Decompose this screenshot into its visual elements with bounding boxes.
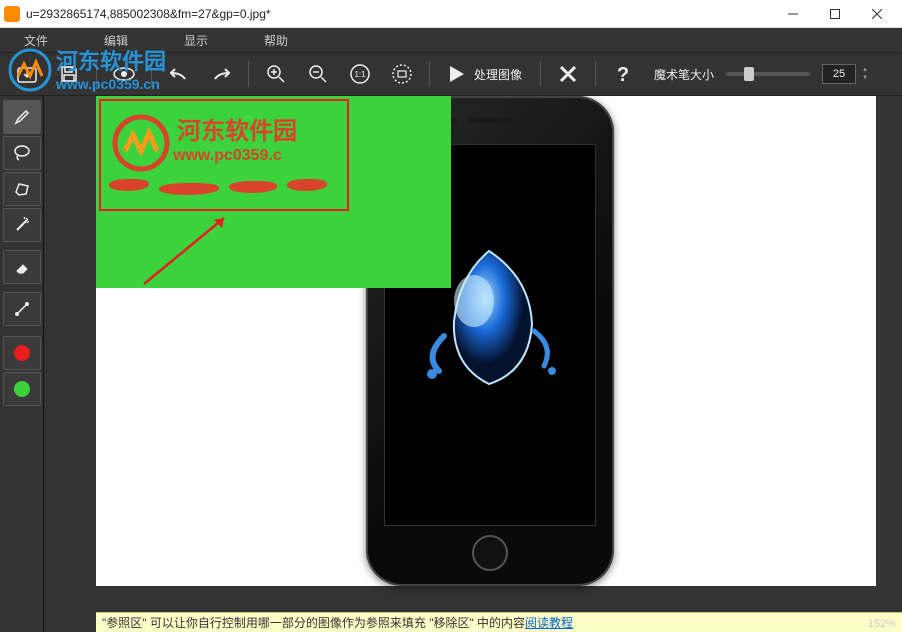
canvas-area: 河东软件园 www.pc0359.c "参照区" 可以让你自行控制用哪一部分的图…	[44, 96, 902, 632]
canvas-watermark-url: www.pc0359.c	[173, 147, 282, 165]
process-button[interactable]: 处理图像	[438, 56, 532, 92]
preview-button[interactable]	[105, 56, 143, 92]
svg-text:?: ?	[617, 64, 629, 84]
process-label: 处理图像	[474, 66, 522, 83]
svg-text:1:1: 1:1	[354, 70, 366, 79]
window-title: u=2932865174,885002308&fm=27&gp=0.jpg*	[26, 7, 772, 21]
step-down-icon[interactable]: ▼	[862, 74, 868, 82]
menu-edit[interactable]: 编辑	[96, 30, 136, 51]
remove-color-button[interactable]	[3, 336, 41, 370]
tool-sidebar	[0, 96, 44, 632]
help-button[interactable]: ?	[604, 56, 642, 92]
annotation-arrow-icon	[132, 206, 242, 296]
zoom-level: 152%	[868, 618, 896, 630]
zoom-fit-button[interactable]	[383, 56, 421, 92]
polygon-tool[interactable]	[3, 172, 41, 206]
pen-size-slider[interactable]	[726, 72, 810, 76]
minimize-button[interactable]	[772, 1, 814, 27]
open-button[interactable]	[8, 56, 46, 92]
menu-file[interactable]: 文件	[16, 30, 56, 51]
eraser-tool[interactable]	[3, 250, 41, 284]
close-button[interactable]	[856, 1, 898, 27]
red-dot-icon	[14, 345, 30, 361]
zoom-actual-button[interactable]: 1:1	[341, 56, 379, 92]
status-link[interactable]: 阅读教程	[525, 614, 573, 631]
pen-size-value[interactable]: 25	[822, 64, 856, 84]
brush-tool[interactable]	[3, 100, 41, 134]
green-dot-icon	[14, 381, 30, 397]
status-text: "参照区" 可以让你自行控制用哪一部分的图像作为参照来填充 "移除区" 中的内容	[102, 614, 525, 631]
menu-help[interactable]: 帮助	[256, 30, 296, 51]
line-tool[interactable]	[3, 292, 41, 326]
undo-button[interactable]	[160, 56, 198, 92]
slider-thumb[interactable]	[744, 67, 754, 81]
play-icon	[448, 64, 466, 84]
menu-view[interactable]: 显示	[176, 30, 216, 51]
reference-color-button[interactable]	[3, 372, 41, 406]
zoom-in-button[interactable]	[257, 56, 295, 92]
status-bar: "参照区" 可以让你自行控制用哪一部分的图像作为参照来填充 "移除区" 中的内容…	[96, 612, 902, 632]
menubar: 文件 编辑 显示 帮助	[0, 28, 902, 52]
save-button[interactable]	[50, 56, 88, 92]
canvas-watermark-title: 河东软件园	[177, 111, 297, 146]
cancel-button[interactable]	[549, 56, 587, 92]
zoom-out-button[interactable]	[299, 56, 337, 92]
toolbar: 1:1 处理图像 ? 魔术笔大小 25 ▲▼	[0, 52, 902, 96]
app-icon	[4, 6, 20, 22]
pen-size-stepper[interactable]: ▲▼	[862, 66, 868, 82]
window-titlebar: u=2932865174,885002308&fm=27&gp=0.jpg*	[0, 0, 902, 28]
magic-wand-tool[interactable]	[3, 208, 41, 242]
image-canvas[interactable]: 河东软件园 www.pc0359.c	[96, 96, 876, 586]
pen-size-label: 魔术笔大小	[654, 66, 714, 83]
maximize-button[interactable]	[814, 1, 856, 27]
remove-selection: 河东软件园 www.pc0359.c	[99, 99, 349, 211]
canvas-watermark-icon	[111, 113, 171, 173]
lasso-tool[interactable]	[3, 136, 41, 170]
step-up-icon[interactable]: ▲	[862, 66, 868, 74]
redo-button[interactable]	[202, 56, 240, 92]
